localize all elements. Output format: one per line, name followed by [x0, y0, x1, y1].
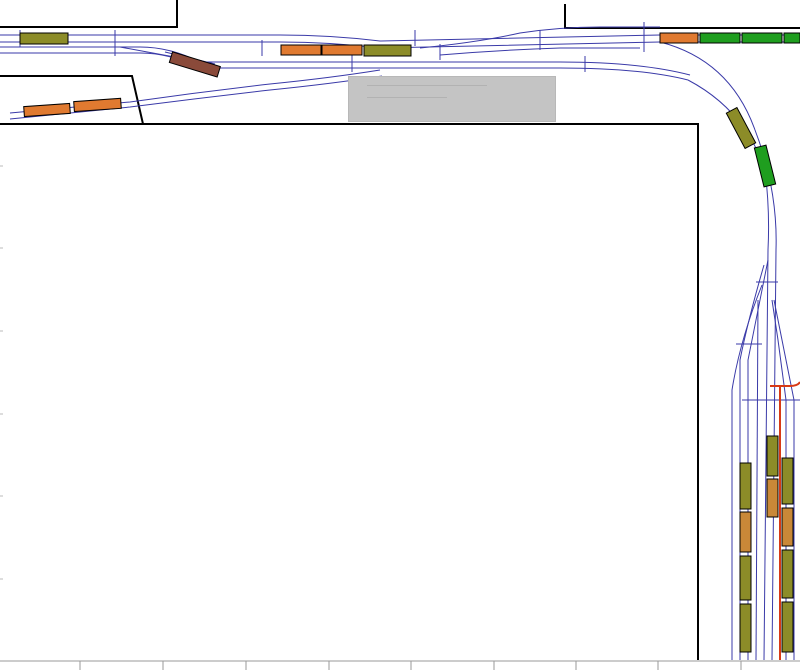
car-green-curve: [753, 144, 777, 188]
track-plan-canvas: [0, 0, 800, 670]
car-yard-c-4: [781, 601, 794, 653]
car-green-2: [741, 32, 783, 44]
car-yard-b-2: [766, 478, 779, 518]
car-olive-center: [363, 44, 412, 57]
car-yard-b-1: [766, 435, 779, 477]
label-panel: [348, 76, 556, 122]
car-yard-a-1: [739, 462, 752, 510]
car-yard-a-3: [739, 555, 752, 601]
car-yard-c-2: [781, 507, 794, 547]
car-orange-top-right: [659, 32, 699, 44]
left-ruler-ticks: [0, 165, 3, 580]
car-orange-center-1: [280, 44, 322, 56]
bottom-ruler: [0, 660, 800, 670]
car-orange-lower-1: [23, 102, 71, 118]
car-orange-center-2: [321, 44, 363, 56]
benchwork-main-table: [0, 123, 699, 660]
benchwork-top-left: [0, 0, 178, 28]
benchwork-lower-left: [0, 75, 144, 125]
car-brown-spur: [168, 51, 221, 78]
car-yard-a-2: [739, 511, 752, 553]
car-olive-curve: [725, 106, 757, 150]
rolling-stock: [19, 32, 800, 653]
car-yard-c-1: [781, 457, 794, 505]
car-yard-c-3: [781, 549, 794, 599]
benchwork-top-right: [564, 4, 800, 29]
car-green-3: [783, 32, 800, 44]
track-right-curve-outer: [659, 41, 777, 661]
track-yard-6: [755, 299, 759, 661]
car-orange-lower-2: [73, 97, 122, 113]
car-green-1: [699, 32, 741, 44]
car-yard-a-4: [739, 603, 752, 653]
car-olive-top-left: [19, 32, 69, 45]
